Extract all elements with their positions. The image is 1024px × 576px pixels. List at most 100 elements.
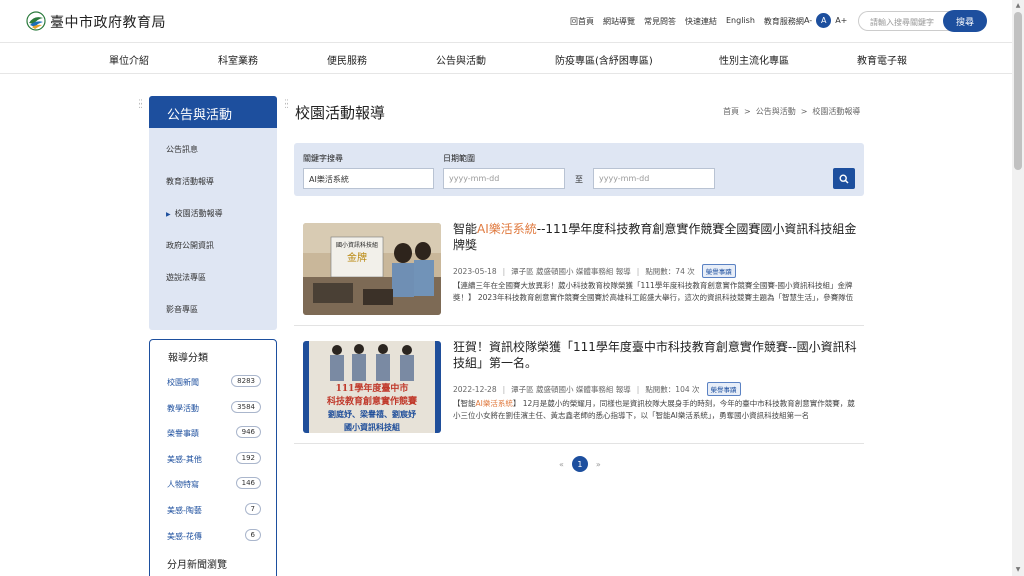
article-summary-highlight: AI樂活系統	[475, 399, 513, 408]
sidebar-item-campus-news[interactable]: ▶ 校園活動報導	[166, 208, 223, 219]
sidebar-item-label: 教育活動報導	[166, 177, 214, 186]
article-title[interactable]: 狂賀！資訊校隊榮獲「111學年度臺中市科技教育創意實作競賽--國小資訊科技組」第…	[453, 339, 857, 371]
breadcrumb-section[interactable]: 公告與活動	[756, 107, 796, 116]
sidebar-item-lobbying[interactable]: 遊說法專區	[166, 272, 206, 283]
category-item[interactable]: 美感-其他 192	[167, 452, 261, 465]
article-views: 點閱數：74 次	[645, 266, 695, 276]
scroll-up-arrow-icon[interactable]: ▲	[1012, 0, 1024, 12]
meta-separator: |	[636, 384, 640, 394]
breadcrumb-separator: >	[800, 107, 808, 116]
scroll-thumb[interactable]	[1014, 12, 1022, 170]
sidebar-item-media[interactable]: 影音專區	[166, 304, 198, 315]
util-link-faq[interactable]: 常見問答	[644, 16, 676, 27]
photo-banner-line-2: 科技教育創意實作競賽	[327, 395, 418, 407]
util-link-quick[interactable]: 快速連結	[685, 16, 717, 27]
sidebar-item-open-info[interactable]: 政府公開資訊	[166, 240, 214, 251]
sidebar-item-label: 公告訊息	[166, 145, 198, 154]
article-date: 2023-05-18	[453, 266, 497, 276]
next-page-button[interactable]: »	[596, 460, 601, 469]
font-smaller-button[interactable]: A-	[804, 16, 812, 25]
sidebar-menu: 公告與活動 公告訊息 教育活動報導 ▶ 校園活動報導 政府公開資訊 遊說法專區 影…	[149, 96, 277, 330]
category-label[interactable]: 美感-陶藝	[167, 505, 202, 516]
monthly-browse-title: 分月新聞瀏覽	[167, 560, 227, 571]
page-1-button[interactable]: 1	[571, 456, 588, 472]
font-larger-button[interactable]: A+	[835, 16, 847, 25]
category-item[interactable]: 人物特寫 146	[167, 477, 261, 490]
nav-item-gender[interactable]: 性別主流化專區	[719, 52, 789, 67]
category-count-badge: 946	[235, 426, 261, 438]
category-panel: 報導分類 校園新聞 8283 教學活動 3584 榮譽事蹟 946 美感-其他 192 …	[149, 339, 277, 576]
article-summary: 【智能AI樂活系統】 12月是葳小的榮耀月，同樣也是資訊校隊大展身手的時刻，今年…	[453, 398, 857, 422]
breadcrumb-home[interactable]: 首頁	[723, 107, 739, 116]
date-to-input[interactable]: yyyy-mm-dd	[593, 168, 715, 189]
date-range-label: 日期範圍	[443, 154, 475, 163]
category-label[interactable]: 教學活動	[167, 403, 199, 414]
util-link-english[interactable]: English	[726, 16, 755, 27]
date-range-separator: 至	[575, 175, 583, 184]
city-logo-icon[interactable]	[26, 11, 46, 31]
sidebar-item-label: 校園活動報導	[174, 209, 223, 218]
scroll-down-arrow-icon[interactable]: ▼	[1012, 564, 1024, 576]
sidebar-item-education-news[interactable]: 教育活動報導	[166, 176, 214, 187]
category-count-badge: 6	[244, 529, 261, 541]
nav-item-services[interactable]: 便民服務	[327, 52, 367, 67]
main-nav: 單位介紹 科室業務 便民服務 公告與活動 防疫專區(含紓困專區) 性別主流化專區…	[0, 43, 1012, 74]
font-normal-button[interactable]: A	[816, 13, 832, 28]
article-meta: 2023-05-18 | 潭子區 葳盛頓國小 媒體事務組 報導 | 點閱數：74 次…	[453, 264, 736, 278]
photo-sign-text-2: 金牌	[347, 251, 367, 264]
category-label[interactable]: 美感-其他	[167, 454, 202, 465]
prev-page-button[interactable]: «	[559, 460, 564, 469]
breadcrumb-current: 校園活動報導	[812, 107, 861, 116]
breadcrumb-separator: >	[744, 107, 751, 116]
category-label[interactable]: 人物特寫	[167, 479, 199, 490]
nav-item-departments[interactable]: 科室業務	[218, 52, 258, 67]
filter-search-button[interactable]	[833, 168, 855, 189]
article-tag-badge[interactable]: 榮譽事蹟	[701, 264, 736, 278]
site-title[interactable]: 臺中市政府教育局	[50, 12, 166, 32]
category-label[interactable]: 校園新聞	[167, 377, 199, 388]
category-label[interactable]: 美感-花傳	[167, 531, 202, 542]
site-search-input[interactable]: 請輸入搜尋關鍵字	[858, 11, 950, 31]
category-item[interactable]: 校園新聞 8283	[167, 375, 261, 388]
category-count-badge: 8283	[231, 375, 261, 387]
category-item[interactable]: 教學活動 3584	[167, 401, 261, 414]
nav-item-epidemic[interactable]: 防疫專區(含紓困專區)	[555, 52, 653, 67]
category-label[interactable]: 榮譽事蹟	[167, 428, 199, 439]
nav-item-news[interactable]: 公告與活動	[436, 52, 486, 67]
article-title-text: 智能	[453, 222, 478, 236]
article-summary-text: 】 12月是葳小的榮耀月，同樣也是資訊校隊大展身手的時刻，今年的臺中市科技教育創…	[453, 399, 855, 420]
utility-links: 回首頁 網站導覽 常見問答 快速連結 English 教育服務網	[570, 16, 813, 27]
nav-item-epaper[interactable]: 教育電子報	[857, 52, 907, 67]
article-item[interactable]: 國小資訊科技組 金牌 智能AI樂活系統--111學年度科技教育創意實作競賽全國賽…	[294, 216, 864, 326]
article-photo: 111學年度臺中市 科技教育創意實作競賽 劉庭妤、梁譽禧、劉宸妤 國小資訊科技組	[303, 341, 441, 433]
site-search-button[interactable]: 搜尋	[943, 10, 987, 32]
article-meta: 2022-12-28 | 潭子區 葳盛頓國小 媒體事務組 報導 | 點閱數：104 …	[453, 382, 741, 396]
category-item[interactable]: 美感-陶藝 7	[167, 503, 261, 516]
sidebar-item-label: 遊說法專區	[166, 273, 206, 282]
article-tag-badge[interactable]: 榮譽事蹟	[706, 382, 741, 396]
util-link-home[interactable]: 回首頁	[570, 16, 594, 27]
category-item[interactable]: 美感-花傳 6	[167, 529, 261, 542]
photo-sign-text: 國小資訊科技組	[336, 241, 378, 249]
util-link-sitemap[interactable]: 網站導覽	[603, 16, 635, 27]
article-title[interactable]: 智能AI樂活系統--111學年度科技教育創意實作競賽全國賽國小資訊科技組金牌獎	[453, 221, 857, 253]
category-count-badge: 146	[235, 477, 261, 489]
article-thumbnail[interactable]: 111學年度臺中市 科技教育創意實作競賽 劉庭妤、梁譽禧、劉宸妤 國小資訊科技組	[303, 341, 441, 433]
keyword-input[interactable]: AI樂活系統	[303, 168, 434, 189]
breadcrumb: 首頁 > 公告與活動 > 校園活動報導	[723, 106, 860, 117]
article-thumbnail[interactable]: 國小資訊科技組 金牌	[303, 223, 441, 315]
article-summary-text: 【連續三年在全國賽大放異彩！葳小科技教育校隊榮獲「111學年度科技教育創意實作競…	[453, 281, 854, 302]
nav-item-about[interactable]: 單位介紹	[109, 52, 149, 67]
active-arrow-icon: ▶	[166, 211, 171, 218]
font-size-controls: A- A A+	[804, 13, 847, 28]
category-item[interactable]: 榮譽事蹟 946	[167, 426, 261, 439]
category-count-badge: 3584	[231, 401, 261, 413]
util-link-service[interactable]: 教育服務網	[764, 16, 804, 27]
page-scrollbar[interactable]: ▲ ▼	[1012, 0, 1024, 576]
content-grip-icon: ::::	[284, 97, 289, 111]
date-from-input[interactable]: yyyy-mm-dd	[443, 168, 565, 189]
pagination: « 1 »	[551, 456, 609, 472]
article-item[interactable]: 111學年度臺中市 科技教育創意實作競賽 劉庭妤、梁譽禧、劉宸妤 國小資訊科技組…	[294, 334, 864, 444]
article-title-text: 狂賀！資訊校隊榮獲「111學年度臺中市科技教育創意實作競賽--國小資訊科技組」第…	[453, 340, 857, 370]
sidebar-item-announcements[interactable]: 公告訊息	[166, 144, 198, 155]
